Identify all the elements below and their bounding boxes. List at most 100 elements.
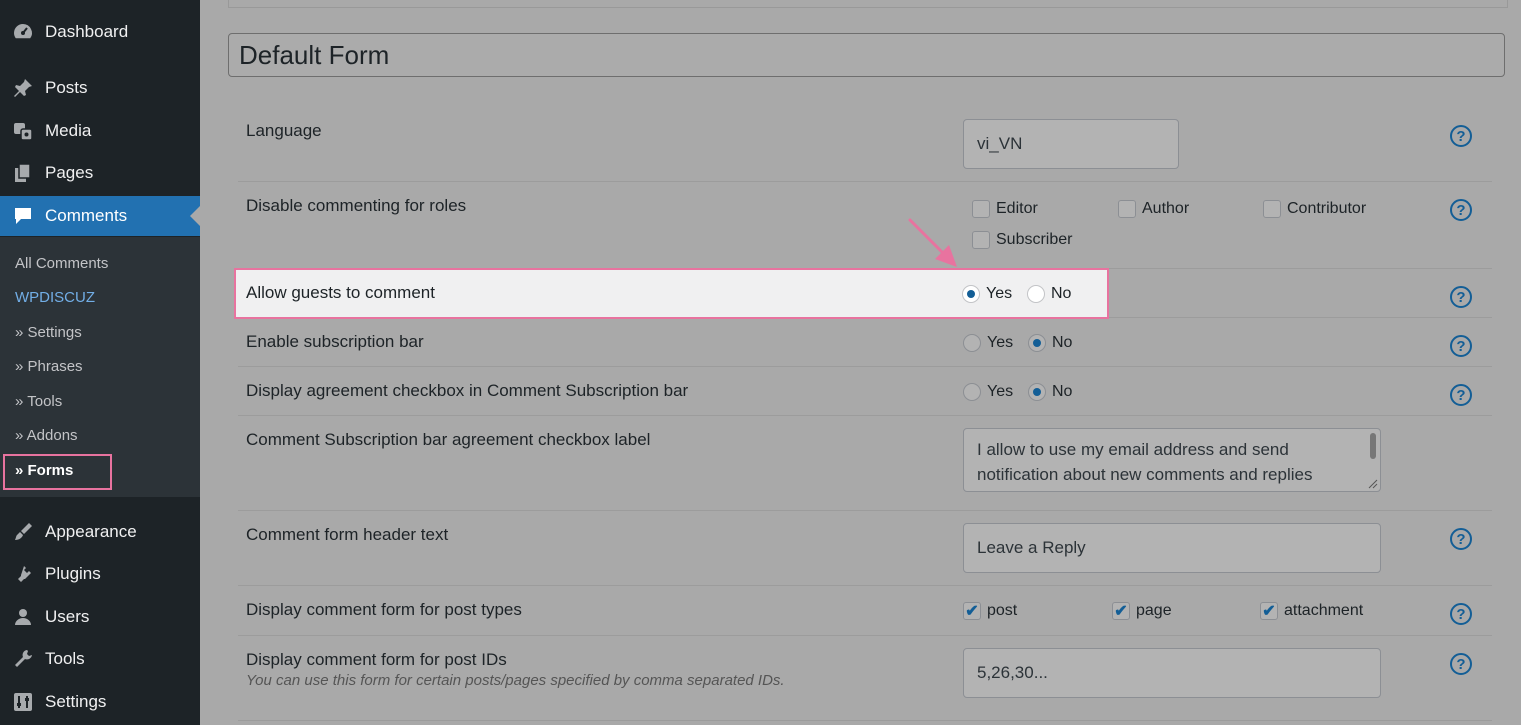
option-label: Author xyxy=(1142,200,1190,217)
checkbox[interactable]: ✔ xyxy=(963,602,981,620)
menu-settings[interactable]: Settings xyxy=(0,682,200,722)
row-label: Allow guests to comment xyxy=(246,283,435,302)
row-label: Display comment form for post types xyxy=(246,600,522,619)
role-author-option[interactable]: Author xyxy=(1118,200,1189,218)
option-label: Yes xyxy=(987,334,1014,351)
row-disable-roles: Disable commenting for roles Editor Auth… xyxy=(238,182,1492,269)
comment-icon xyxy=(11,204,35,228)
role-contributor-option[interactable]: Contributor xyxy=(1263,200,1366,218)
row-label: Comment Subscription bar agreement check… xyxy=(246,430,651,449)
checkbox[interactable]: ✔ xyxy=(1260,602,1278,620)
radio-button[interactable] xyxy=(963,334,981,352)
agreement-label-textarea[interactable]: I allow to use my email address and send… xyxy=(963,428,1381,492)
help-icon[interactable]: ? xyxy=(1450,335,1472,357)
help-icon[interactable]: ? xyxy=(1450,653,1472,675)
menu-dashboard[interactable]: Dashboard xyxy=(0,12,200,52)
submenu-addons[interactable]: » Addons xyxy=(15,427,78,444)
brush-icon xyxy=(11,520,35,544)
post-type-page-option[interactable]: ✔ page xyxy=(1112,602,1172,620)
checkbox[interactable]: ✔ xyxy=(1112,602,1130,620)
option-label: post xyxy=(987,602,1018,619)
help-icon[interactable]: ? xyxy=(1450,199,1472,221)
row-agreement-label: Comment Subscription bar agreement check… xyxy=(238,416,1492,511)
allow-guests-yes-option[interactable]: Yes xyxy=(962,285,1012,303)
submenu-all-comments[interactable]: All Comments xyxy=(15,255,108,272)
menu-label: Dashboard xyxy=(45,22,129,41)
row-label: Language xyxy=(246,121,322,140)
post-type-post-option[interactable]: ✔ post xyxy=(963,602,1017,620)
submenu-tools[interactable]: » Tools xyxy=(15,393,62,410)
help-icon[interactable]: ? xyxy=(1450,384,1472,406)
scrollbar-thumb[interactable] xyxy=(1370,433,1376,459)
row-label: Display comment form for post IDs xyxy=(246,650,507,669)
menu-label: Settings xyxy=(45,692,107,711)
menu-label: Appearance xyxy=(45,522,137,541)
pointer-arrow-icon xyxy=(908,218,957,267)
main-content: Default Form Language vi_VN ? Disable co… xyxy=(200,0,1521,725)
post-type-attachment-option[interactable]: ✔ attachment xyxy=(1260,602,1363,620)
option-label: No xyxy=(1052,334,1073,351)
checkbox[interactable] xyxy=(972,200,990,218)
menu-users[interactable]: Users xyxy=(0,597,200,637)
radio-button[interactable] xyxy=(1028,334,1046,352)
menu-appearance[interactable]: Appearance xyxy=(0,512,200,552)
help-icon[interactable]: ? xyxy=(1450,528,1472,550)
resize-handle-icon[interactable] xyxy=(1368,479,1378,489)
checkbox[interactable] xyxy=(972,231,990,249)
submenu-wpdiscuz[interactable]: WPDISCUZ xyxy=(15,289,95,306)
option-label: attachment xyxy=(1284,602,1364,619)
allow-guests-highlight: Allow guests to comment Yes No xyxy=(234,268,1109,319)
submenu-settings[interactable]: » Settings xyxy=(15,324,82,341)
radio-button[interactable] xyxy=(962,285,980,303)
row-language: Language vi_VN ? xyxy=(238,106,1492,182)
agreement-yes-option[interactable]: Yes xyxy=(963,383,1013,401)
menu-label: Plugins xyxy=(45,564,101,583)
header-text-input[interactable]: Leave a Reply xyxy=(963,523,1381,573)
help-icon[interactable]: ? xyxy=(1450,603,1472,625)
pin-icon xyxy=(11,76,35,100)
previous-section-edge xyxy=(228,0,1508,8)
menu-label: Posts xyxy=(45,78,88,97)
help-icon[interactable]: ? xyxy=(1450,125,1472,147)
admin-sidebar: Dashboard Posts Media Pages Comments All… xyxy=(0,0,200,725)
settings-icon xyxy=(11,690,35,714)
row-label: Display agreement checkbox in Comment Su… xyxy=(246,381,689,400)
media-icon xyxy=(11,119,35,143)
submenu-phrases[interactable]: » Phrases xyxy=(15,358,83,375)
wrench-icon xyxy=(11,647,35,671)
menu-pages[interactable]: Pages xyxy=(0,153,200,193)
subscription-yes-option[interactable]: Yes xyxy=(963,334,1013,352)
radio-button[interactable] xyxy=(963,383,981,401)
row-label: Comment form header text xyxy=(246,525,449,544)
menu-comments[interactable]: Comments xyxy=(0,196,200,236)
option-label: No xyxy=(1052,383,1073,400)
row-post-ids: Display comment form for post IDs You ca… xyxy=(238,636,1492,721)
menu-label: Tools xyxy=(45,649,85,668)
language-input[interactable]: vi_VN xyxy=(963,119,1179,169)
post-ids-input[interactable]: 5,26,30... xyxy=(963,648,1381,698)
plug-icon xyxy=(11,562,35,586)
option-label: No xyxy=(1051,285,1072,302)
option-label: Yes xyxy=(987,383,1014,400)
radio-button[interactable] xyxy=(1028,383,1046,401)
menu-plugins[interactable]: Plugins xyxy=(0,554,200,594)
checkbox[interactable] xyxy=(1263,200,1281,218)
form-title: Default Form xyxy=(228,33,1505,77)
help-icon[interactable]: ? xyxy=(1450,286,1472,308)
option-label: Subscriber xyxy=(996,231,1073,248)
subscription-no-option[interactable]: No xyxy=(1028,334,1072,352)
menu-label: Pages xyxy=(45,163,94,182)
menu-tools[interactable]: Tools xyxy=(0,639,200,679)
role-editor-option[interactable]: Editor xyxy=(972,200,1038,218)
allow-guests-no-option[interactable]: No xyxy=(1027,285,1071,303)
menu-posts[interactable]: Posts xyxy=(0,68,200,108)
role-subscriber-option[interactable]: Subscriber xyxy=(972,231,1072,249)
radio-button[interactable] xyxy=(1027,285,1045,303)
checkbox[interactable] xyxy=(1118,200,1136,218)
forms-highlight-box xyxy=(3,454,112,490)
option-label: page xyxy=(1136,602,1172,619)
menu-media[interactable]: Media xyxy=(0,111,200,151)
agreement-no-option[interactable]: No xyxy=(1028,383,1072,401)
dashboard-icon xyxy=(11,20,35,44)
menu-label: Comments xyxy=(45,206,128,225)
